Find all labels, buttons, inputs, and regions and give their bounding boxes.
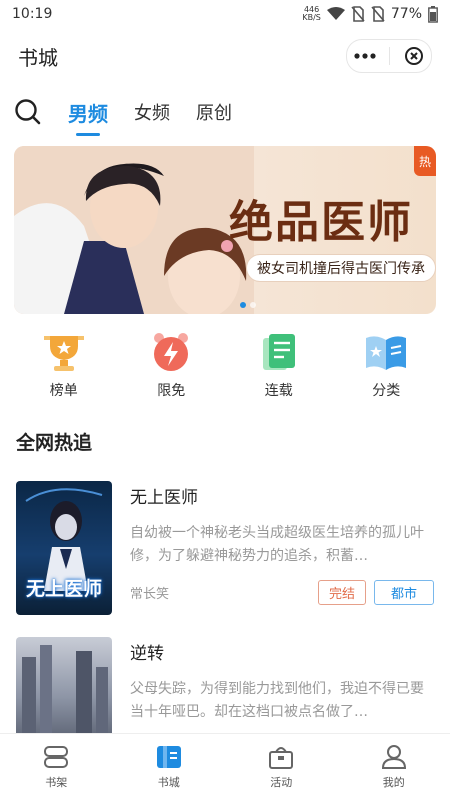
app-header: 书城 <box>0 28 450 84</box>
carousel-dot <box>250 302 256 308</box>
quick-label: 限免 <box>157 383 186 399</box>
no-sim-icon <box>351 6 365 22</box>
status-badge: 完结 <box>317 580 366 605</box>
book-title[interactable]: 无上医师 <box>130 483 434 508</box>
document-icon <box>262 334 295 370</box>
tabbar-label: 书架 <box>45 776 68 789</box>
book-cover[interactable]: 无上医师 <box>16 481 112 615</box>
status-bar: 10:19 446 KB/S 77% <box>0 0 450 28</box>
banner-illustration <box>14 146 254 314</box>
trophy-icon <box>43 336 84 371</box>
tab-original[interactable]: 原创 <box>196 99 232 125</box>
open-book-icon <box>366 336 407 370</box>
banner-subtitle: 被女司机撞后得古医门传承 <box>246 254 436 282</box>
network-speed: 446 KB/S <box>302 5 321 22</box>
quick-serial[interactable]: 连载 <box>239 332 319 414</box>
book-description: 父母失踪，为得到能力找到他们，我迫不得已要当十年哑巴。却在这档口被点名做了… <box>130 681 424 720</box>
tabbar-bookstore[interactable]: 书城 <box>134 744 204 790</box>
more-icon[interactable] <box>354 53 376 59</box>
profile-icon <box>381 745 406 769</box>
book-info: 无上医师 自幼被一个神秘老头当成超级医生培养的孤儿叶修，为了躲避神秘势力的追杀，… <box>130 481 434 621</box>
tabbar-label: 活动 <box>270 776 293 789</box>
clock: 10:19 <box>12 6 53 22</box>
tabbar-bookshelf[interactable]: 书架 <box>21 744 91 790</box>
battery-percent: 77% <box>390 6 422 22</box>
quick-label: 连载 <box>264 383 293 399</box>
battery-icon <box>428 5 438 23</box>
carousel-dot-active <box>240 302 246 308</box>
book-title[interactable]: 逆转 <box>130 639 434 664</box>
quick-free[interactable]: 限免 <box>131 332 211 414</box>
book-tags: 完结 都市 <box>317 580 434 605</box>
bookstore-icon <box>156 746 181 768</box>
quick-label: 分类 <box>372 383 401 399</box>
carousel-indicator <box>240 302 256 308</box>
promo-banner[interactable]: 绝品医师 被女司机撞后得古医门传承 热 <box>14 146 436 314</box>
tab-male[interactable]: 男频 <box>68 98 108 136</box>
status-icons: 446 KB/S 77% <box>302 5 438 23</box>
cover-title: 无上医师 <box>25 578 102 600</box>
capsule-divider <box>389 47 391 65</box>
bookshelf-icon <box>44 746 69 768</box>
no-sim-icon <box>371 6 385 22</box>
tabbar-label: 我的 <box>382 776 405 789</box>
wifi-icon <box>326 7 345 20</box>
bottom-tab-bar: 书架 书城 活动 我的 <box>0 733 450 800</box>
tabbar-profile[interactable]: 我的 <box>359 744 429 790</box>
quick-entry-grid: 榜单 限免 连载 分类 <box>0 314 450 414</box>
book-meta: 常长笑 完结 都市 <box>130 580 434 605</box>
book-item[interactable]: 无上医师 无上医师 自幼被一个神秘老头当成超级医生培养的孤儿叶修，为了躲避神秘势… <box>0 467 450 621</box>
close-icon[interactable] <box>404 46 424 66</box>
lightning-clock-icon <box>154 333 189 371</box>
genre-badge: 都市 <box>373 580 434 605</box>
hot-badge: 热 <box>414 146 436 176</box>
quick-label: 榜单 <box>49 383 78 399</box>
gift-box-icon <box>269 747 294 769</box>
banner-title: 绝品医师 <box>229 197 413 248</box>
tabbar-activity[interactable]: 活动 <box>246 744 316 790</box>
section-title: 全网热追 <box>16 432 93 454</box>
miniapp-capsule <box>346 39 432 73</box>
search-icon[interactable] <box>14 98 42 126</box>
tabbar-label: 书城 <box>157 776 180 789</box>
channel-tabs: 男频 女频 原创 <box>0 84 450 140</box>
page-title: 书城 <box>18 45 58 70</box>
quick-ranking[interactable]: 榜单 <box>24 332 104 414</box>
quick-category[interactable]: 分类 <box>346 332 426 414</box>
book-description: 自幼被一个神秘老头当成超级医生培养的孤儿叶修，为了躲避神秘势力的追杀，积蓄… <box>130 525 424 564</box>
book-author: 常长笑 <box>130 587 170 602</box>
tab-female[interactable]: 女频 <box>134 99 170 125</box>
